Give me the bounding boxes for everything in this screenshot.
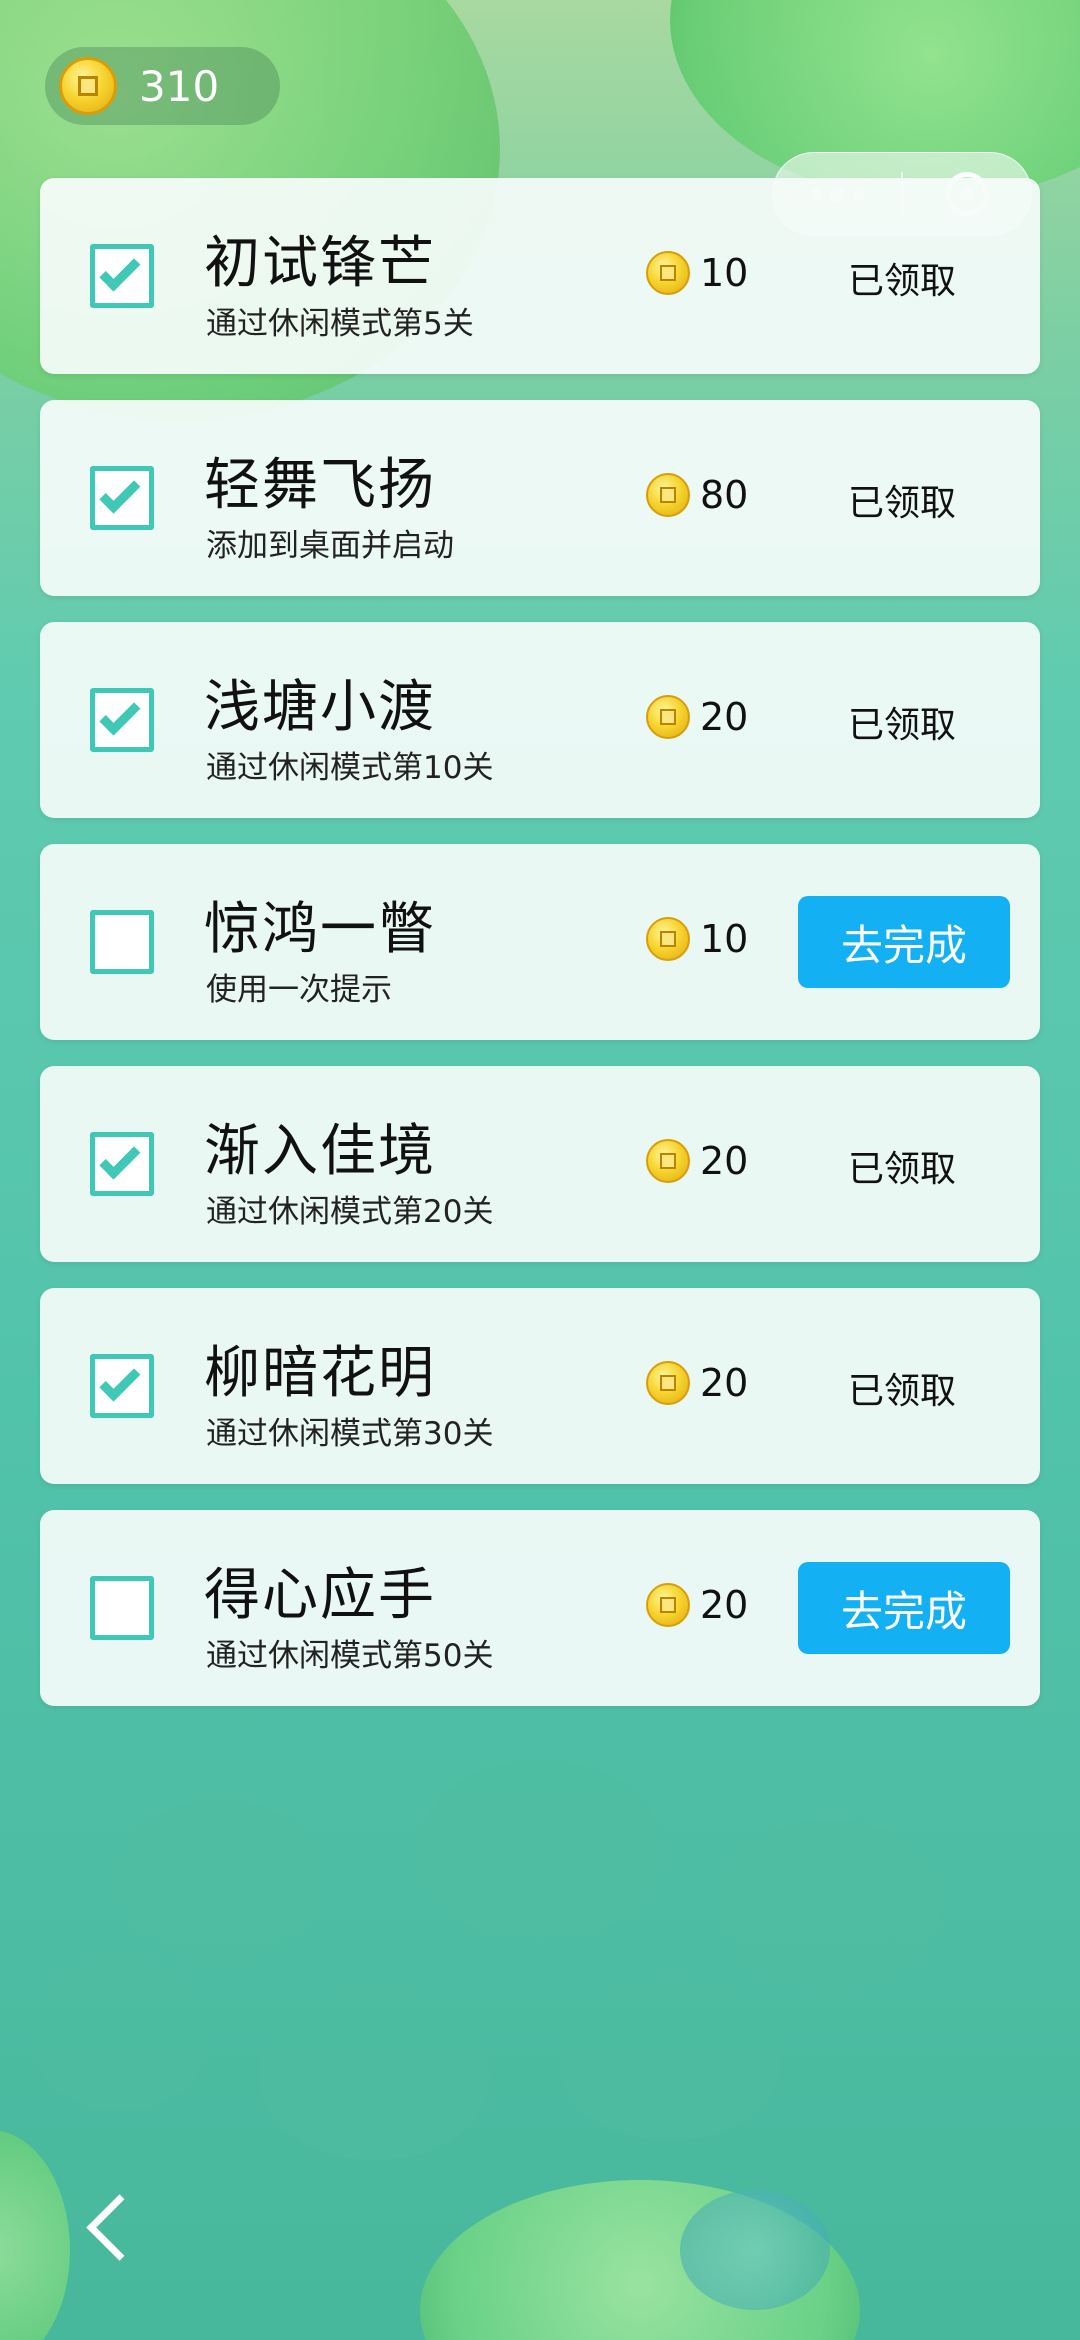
coin-icon bbox=[646, 251, 690, 295]
checkmark-icon bbox=[99, 694, 141, 736]
task-checkbox bbox=[90, 1132, 154, 1196]
claimed-label: 已领取 bbox=[848, 1149, 957, 1190]
coin-icon bbox=[646, 1139, 690, 1183]
task-title: 得心应手 bbox=[204, 1563, 436, 1628]
task-description: 通过休闲模式第50关 bbox=[206, 1638, 494, 1674]
claimed-label: 已领取 bbox=[848, 261, 957, 302]
task-card: 初试锋芒 通过休闲模式第5关 10 已领取 bbox=[40, 178, 1040, 374]
coin-total: 310 bbox=[139, 61, 220, 111]
pebble bbox=[260, 1990, 490, 2160]
task-description: 通过休闲模式第20关 bbox=[206, 1194, 494, 1230]
claimed-label: 已领取 bbox=[848, 1371, 957, 1412]
coin-icon bbox=[646, 473, 690, 517]
task-checkbox bbox=[90, 244, 154, 308]
checkmark-icon bbox=[99, 472, 141, 514]
task-reward: 10 bbox=[646, 917, 748, 961]
reward-amount: 20 bbox=[700, 1139, 749, 1183]
coin-icon bbox=[646, 1361, 690, 1405]
pebble bbox=[420, 1760, 660, 1940]
task-reward: 10 bbox=[646, 251, 748, 295]
coin-counter: 310 bbox=[45, 47, 280, 125]
back-arrow-icon[interactable] bbox=[82, 2186, 142, 2266]
lily-pad bbox=[680, 2190, 830, 2310]
coin-icon bbox=[646, 917, 690, 961]
pebble bbox=[30, 1960, 210, 2110]
task-title: 惊鸿一瞥 bbox=[204, 897, 436, 962]
task-title: 柳暗花明 bbox=[204, 1341, 436, 1406]
checkmark-icon bbox=[99, 1360, 141, 1402]
claimed-label: 已领取 bbox=[848, 483, 957, 524]
task-reward: 20 bbox=[646, 1361, 748, 1405]
task-checkbox bbox=[90, 910, 154, 974]
task-reward: 20 bbox=[646, 1139, 748, 1183]
task-checkbox bbox=[90, 466, 154, 530]
pebble bbox=[720, 1820, 940, 1990]
reward-amount: 20 bbox=[700, 695, 749, 739]
task-title: 渐入佳境 bbox=[204, 1119, 436, 1184]
task-card: 得心应手 通过休闲模式第50关 20 去完成 bbox=[40, 1510, 1040, 1706]
task-list: 初试锋芒 通过休闲模式第5关 10 已领取 轻舞飞扬 添加到桌面并启动 80 已… bbox=[40, 178, 1040, 1732]
task-title: 轻舞飞扬 bbox=[204, 453, 436, 518]
go-complete-button[interactable]: 去完成 bbox=[798, 1562, 1010, 1654]
task-card: 渐入佳境 通过休闲模式第20关 20 已领取 bbox=[40, 1066, 1040, 1262]
task-reward: 20 bbox=[646, 1583, 748, 1627]
task-description: 通过休闲模式第5关 bbox=[206, 306, 474, 342]
task-card: 惊鸿一瞥 使用一次提示 10 去完成 bbox=[40, 844, 1040, 1040]
task-checkbox bbox=[90, 1354, 154, 1418]
task-checkbox bbox=[90, 688, 154, 752]
coin-icon bbox=[59, 57, 117, 115]
task-card: 柳暗花明 通过休闲模式第30关 20 已领取 bbox=[40, 1288, 1040, 1484]
pebble bbox=[560, 1980, 780, 2140]
checkmark-icon bbox=[99, 250, 141, 292]
task-card: 轻舞飞扬 添加到桌面并启动 80 已领取 bbox=[40, 400, 1040, 596]
pebble bbox=[120, 1800, 320, 1960]
task-description: 添加到桌面并启动 bbox=[206, 528, 454, 564]
reward-amount: 10 bbox=[700, 251, 749, 295]
lily-pad bbox=[0, 2130, 70, 2340]
reward-amount: 80 bbox=[700, 473, 749, 517]
coin-icon bbox=[646, 695, 690, 739]
reward-amount: 10 bbox=[700, 917, 749, 961]
task-description: 通过休闲模式第30关 bbox=[206, 1416, 494, 1452]
claimed-label: 已领取 bbox=[848, 705, 957, 746]
task-description: 通过休闲模式第10关 bbox=[206, 750, 494, 786]
task-reward: 80 bbox=[646, 473, 748, 517]
task-reward: 20 bbox=[646, 695, 748, 739]
checkmark-icon bbox=[99, 1138, 141, 1180]
task-checkbox bbox=[90, 1576, 154, 1640]
task-description: 使用一次提示 bbox=[206, 972, 392, 1008]
reward-amount: 20 bbox=[700, 1361, 749, 1405]
go-complete-button[interactable]: 去完成 bbox=[798, 896, 1010, 988]
coin-icon bbox=[646, 1583, 690, 1627]
task-card: 浅塘小渡 通过休闲模式第10关 20 已领取 bbox=[40, 622, 1040, 818]
reward-amount: 20 bbox=[700, 1583, 749, 1627]
task-title: 浅塘小渡 bbox=[204, 675, 436, 740]
task-title: 初试锋芒 bbox=[204, 231, 436, 296]
